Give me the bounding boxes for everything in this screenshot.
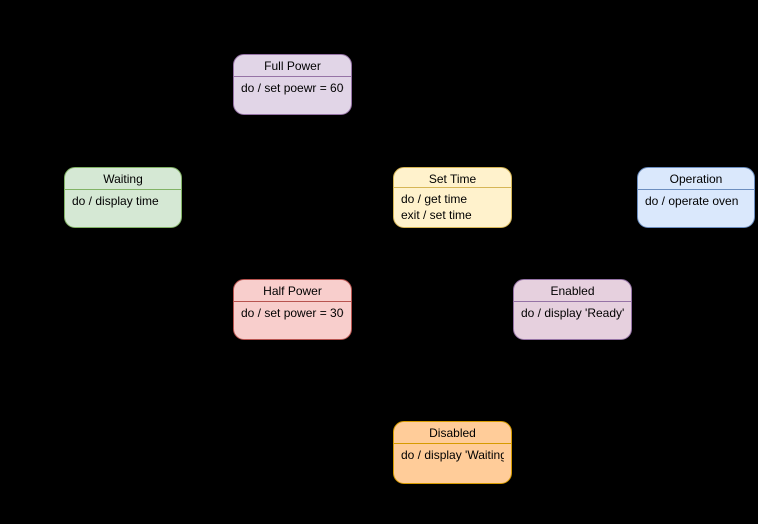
state-box-disabled[interactable]: Disabled do / display 'Waiting' — [393, 421, 512, 484]
state-activity-line: do / operate oven — [645, 194, 739, 208]
state-activity-line: do / display time — [72, 194, 159, 208]
state-body-waiting: do / display time — [65, 190, 181, 227]
state-title-enabled: Enabled — [550, 284, 595, 298]
state-body-enabled: do / display 'Ready' — [514, 302, 631, 339]
state-body-operation: do / operate oven — [638, 190, 754, 227]
state-title-half-power: Half Power — [263, 284, 322, 298]
state-activity-line: do / display 'Ready' — [521, 306, 624, 320]
state-activity-line: do / display 'Waiting' — [401, 448, 504, 462]
state-box-full-power[interactable]: Full Power do / set poewr = 600 — [233, 54, 352, 115]
state-body-set-time: do / get time exit / set time — [394, 188, 511, 227]
state-title-full-power: Full Power — [264, 59, 321, 73]
state-activity-line: do / get time — [401, 192, 468, 206]
state-box-set-time[interactable]: Set Time do / get time exit / set time — [393, 167, 512, 228]
state-title-waiting: Waiting — [103, 172, 143, 186]
state-activity-line: do / set power = 300 — [241, 306, 344, 320]
state-box-half-power[interactable]: Half Power do / set power = 300 — [233, 279, 352, 340]
state-body-full-power: do / set poewr = 600 — [234, 77, 351, 114]
state-activity-line: do / set poewr = 600 — [241, 81, 344, 95]
state-body-half-power: do / set power = 300 — [234, 302, 351, 339]
state-activity-line: exit / set time — [401, 207, 472, 222]
state-box-waiting[interactable]: Waiting do / display time — [64, 167, 182, 228]
state-body-disabled: do / display 'Waiting' — [394, 444, 511, 483]
state-title-set-time: Set Time — [428, 172, 477, 186]
diagram-canvas: Full Power do / set poewr = 600 Waiting do … — [0, 0, 758, 524]
state-box-enabled[interactable]: Enabled do / display 'Ready' — [513, 279, 632, 340]
state-title-disabled: Disabled — [429, 426, 476, 440]
state-box-operation[interactable]: Operation do / operate oven — [637, 167, 755, 228]
state-title-operation: Operation — [669, 172, 723, 186]
